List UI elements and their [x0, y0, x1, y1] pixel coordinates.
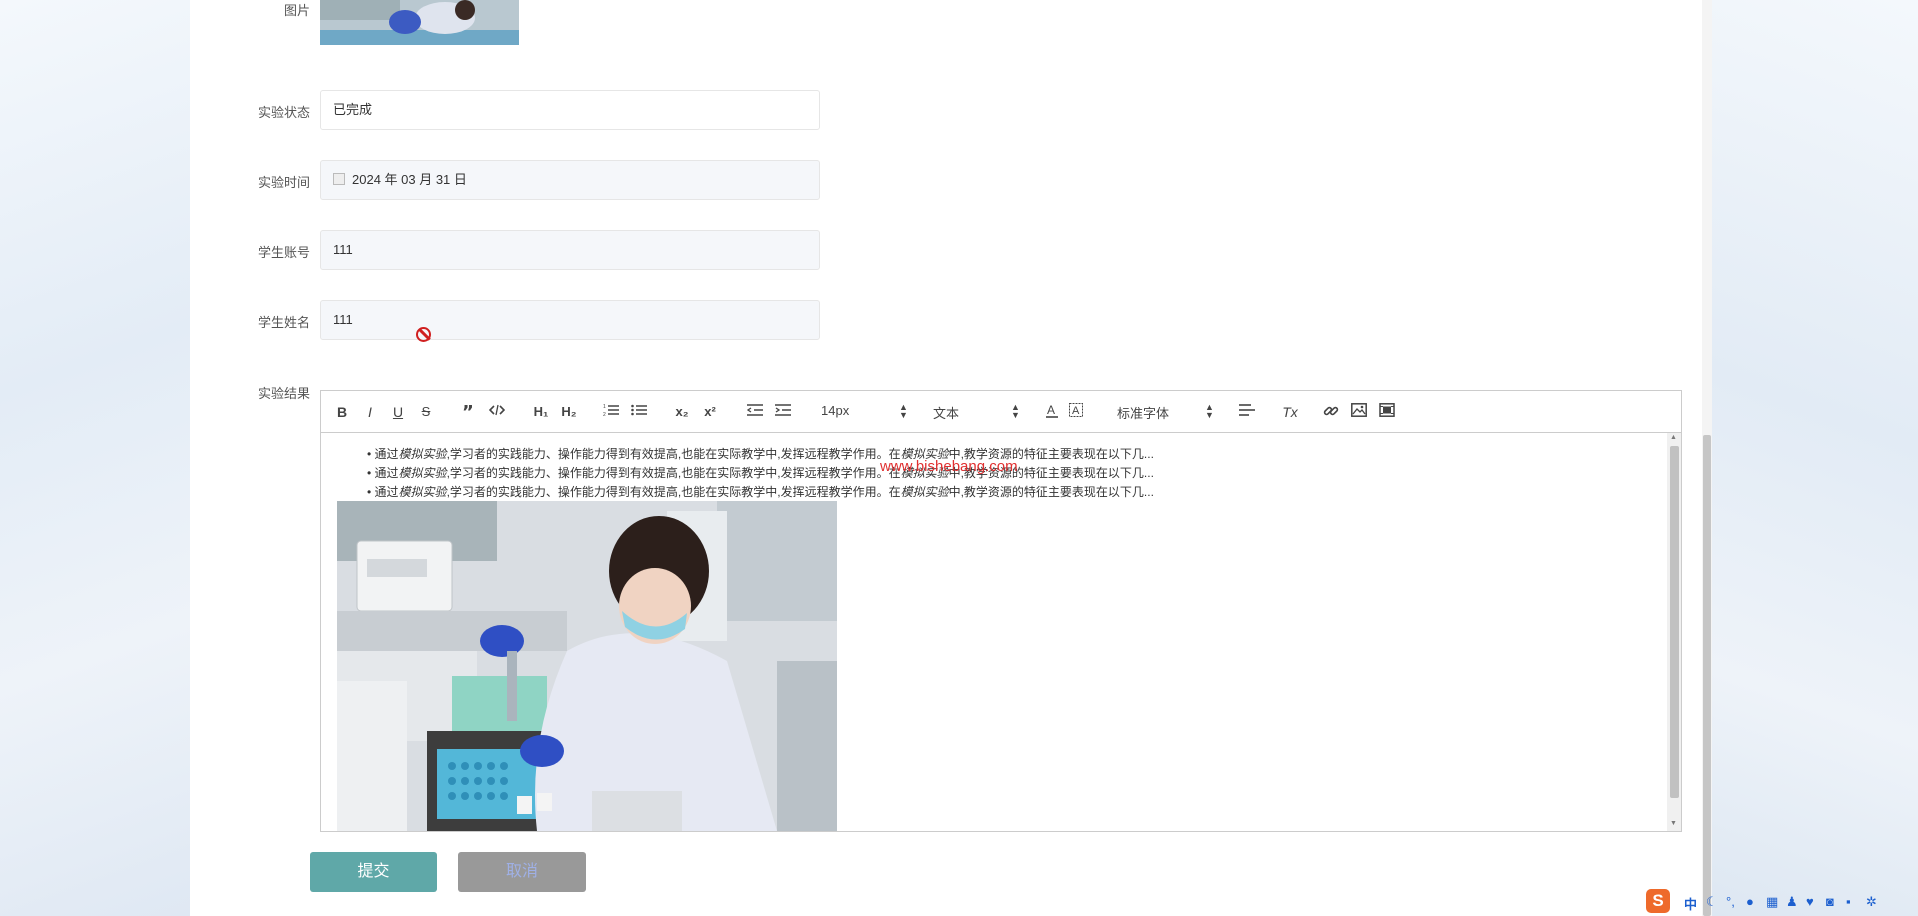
moon-icon[interactable]: ☾ — [1706, 894, 1718, 910]
font-family-select[interactable]: 标准字体 ▲ ▼ — [1117, 402, 1214, 422]
code-block-button[interactable] — [489, 403, 505, 421]
image-thumbnail[interactable] — [320, 0, 519, 45]
strike-button[interactable]: S — [419, 403, 433, 421]
quote-button[interactable]: ” — [461, 403, 477, 421]
skin-icon[interactable]: ♥ — [1806, 894, 1814, 909]
user-icon[interactable]: ♟ — [1786, 894, 1798, 910]
editor-scrollbar-thumb[interactable] — [1670, 446, 1679, 798]
editor-content[interactable]: • 通过模拟实验,学习者的实践能力、操作能力得到有效提高,也能在实际教学中,发挥… — [321, 433, 1667, 831]
apps-icon[interactable]: ▪ — [1846, 894, 1851, 909]
svg-text:A: A — [1047, 403, 1055, 417]
header-type-value: 文本 — [933, 406, 960, 421]
student-account-field[interactable]: 111 — [320, 230, 820, 270]
ordered-list-icon: 12 — [603, 404, 619, 417]
align-button[interactable] — [1239, 403, 1255, 421]
submit-button[interactable]: 提交 — [310, 852, 437, 892]
h1-button[interactable]: H₁ — [531, 403, 551, 421]
list-item: • 通过模拟实验,学习者的实践能力、操作能力得到有效提高,也能在实际教学中,发挥… — [367, 485, 1154, 499]
bold-button[interactable]: B — [335, 403, 349, 421]
subscript-button[interactable]: x₂ — [673, 403, 691, 421]
punctuation-icon[interactable]: °, — [1726, 894, 1735, 909]
editor-scrollbar[interactable]: ▲ ▼ — [1667, 433, 1681, 831]
italic-button[interactable]: I — [363, 403, 377, 421]
header-type-select[interactable]: 文本 ▲ ▼ — [933, 402, 1020, 422]
select-arrows-icon: ▲ ▼ — [1011, 402, 1020, 420]
result-label: 实验结果 — [257, 386, 310, 401]
image-icon — [1351, 403, 1367, 417]
time-field[interactable]: 2024 年 03 月 31 日 — [320, 160, 820, 200]
editor-toolbar: B I U S ” H₁ H₂ 12 x₂ x² 14px ▲ ▼ 文本 ▲ ▼… — [321, 391, 1681, 433]
status-field[interactable]: 已完成 — [320, 90, 820, 130]
indent-button[interactable] — [775, 403, 791, 421]
link-icon — [1323, 406, 1339, 416]
font-size-value: 14px — [821, 403, 850, 418]
not-allowed-cursor-icon — [416, 327, 431, 342]
background-color-button[interactable]: A — [1069, 403, 1083, 421]
calendar-icon — [333, 173, 345, 185]
student-name-field[interactable]: 111 — [320, 300, 820, 340]
svg-text:A: A — [1072, 405, 1080, 417]
settings-icon[interactable]: ✲ — [1866, 894, 1877, 910]
rich-text-editor[interactable]: B I U S ” H₁ H₂ 12 x₂ x² 14px ▲ ▼ 文本 ▲ ▼… — [320, 390, 1682, 832]
code-icon — [489, 404, 505, 416]
select-arrows-icon: ▲ ▼ — [899, 402, 908, 420]
video-icon — [1379, 403, 1395, 417]
svg-text:”: ” — [462, 403, 474, 419]
clean-format-button[interactable]: Tx — [1281, 403, 1299, 421]
game-icon[interactable]: ◙ — [1826, 894, 1834, 909]
microphone-icon[interactable]: ● — [1746, 894, 1754, 909]
link-button[interactable] — [1323, 403, 1339, 421]
image-label: 图片 — [283, 3, 310, 18]
ordered-list-button[interactable]: 12 — [603, 403, 619, 421]
scroll-up-icon[interactable]: ▲ — [1670, 434, 1677, 441]
list-item: • 通过模拟实验,学习者的实践能力、操作能力得到有效提高,也能在实际教学中,发挥… — [367, 447, 1154, 461]
student-name-label: 学生姓名 — [257, 315, 310, 330]
bullet-list-button[interactable] — [631, 403, 647, 421]
superscript-button[interactable]: x² — [701, 403, 719, 421]
ime-language-toggle[interactable]: 中 — [1684, 894, 1697, 913]
blockquote-icon: ” — [462, 403, 474, 419]
status-label: 实验状态 — [257, 105, 310, 120]
cancel-button[interactable]: 取消 — [458, 852, 586, 892]
outdent-icon — [747, 404, 763, 416]
keyboard-icon[interactable]: ▦ — [1766, 894, 1778, 910]
page-scrollbar-thumb[interactable] — [1703, 435, 1711, 916]
image-button[interactable] — [1351, 403, 1367, 421]
list-item: • 通过模拟实验,学习者的实践能力、操作能力得到有效提高,也能在实际教学中,发挥… — [367, 466, 1154, 480]
text-color-button[interactable]: A — [1045, 403, 1059, 421]
outdent-button[interactable] — [747, 403, 763, 421]
font-size-select[interactable]: 14px ▲ ▼ — [821, 402, 908, 420]
svg-text:1: 1 — [603, 404, 606, 410]
content-image[interactable] — [337, 501, 837, 831]
student-account-label: 学生账号 — [257, 245, 310, 260]
svg-text:2: 2 — [603, 412, 606, 417]
watermark: www.bishebang.com — [880, 458, 1018, 475]
scroll-down-icon[interactable]: ▼ — [1670, 820, 1677, 827]
time-value: 2024 年 03 月 31 日 — [352, 172, 467, 187]
video-button[interactable] — [1379, 403, 1395, 421]
select-arrows-icon: ▲ ▼ — [1205, 402, 1214, 420]
font-family-value: 标准字体 — [1117, 406, 1170, 421]
text-color-icon: A — [1046, 403, 1058, 418]
ime-toolbar: S 中 ☾ °, ● ▦ ♟ ♥ ◙ ▪ ✲ — [1646, 888, 1918, 916]
background-color-icon: A — [1069, 403, 1083, 417]
bullet-list-icon — [631, 404, 647, 416]
background-left — [0, 0, 190, 916]
background-right — [1712, 0, 1918, 916]
h2-button[interactable]: H₂ — [559, 403, 579, 421]
time-label: 实验时间 — [257, 175, 310, 190]
align-left-icon — [1239, 404, 1255, 416]
indent-icon — [775, 404, 791, 416]
underline-button[interactable]: U — [391, 403, 405, 421]
sogou-logo-icon[interactable]: S — [1646, 889, 1670, 913]
